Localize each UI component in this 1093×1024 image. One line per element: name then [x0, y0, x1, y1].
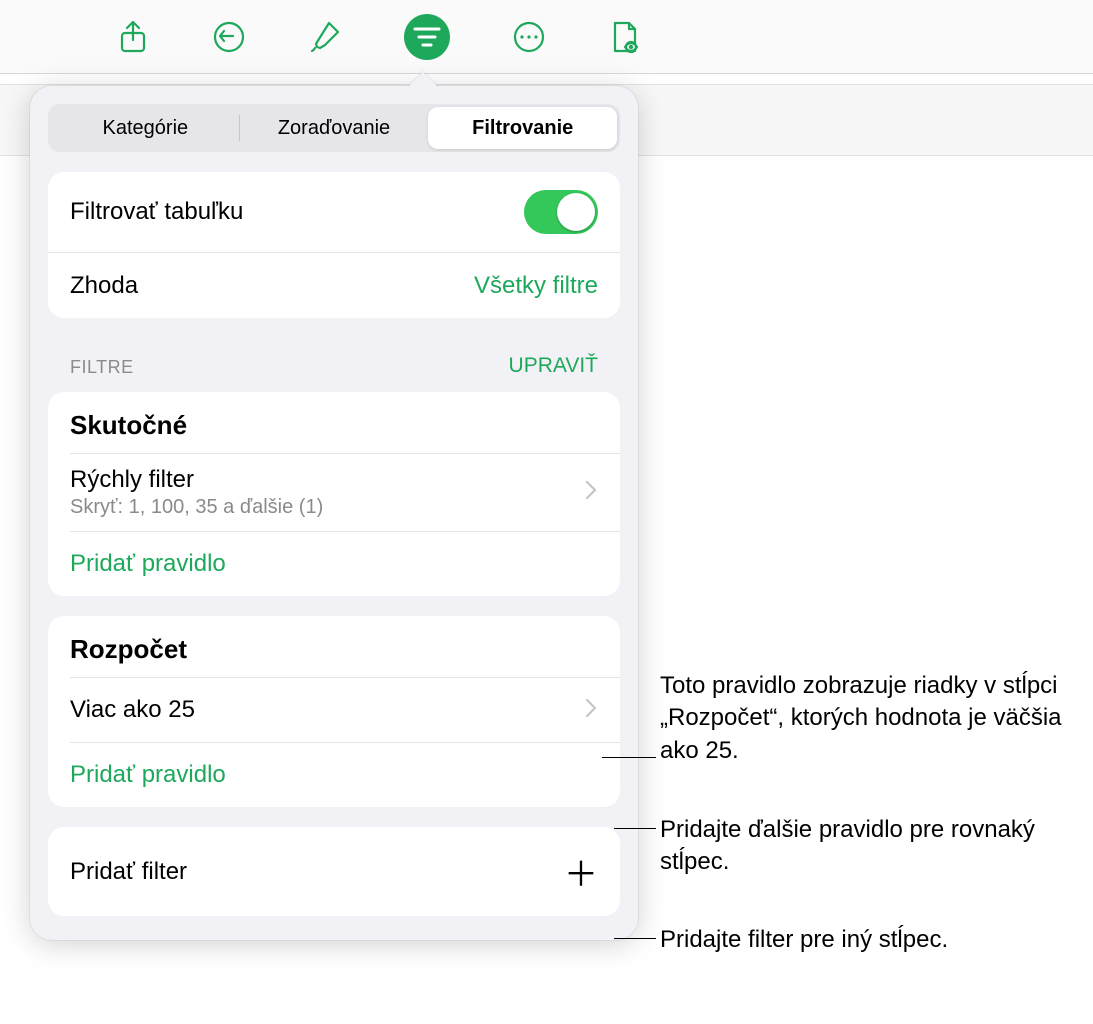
match-value: Všetky filtre: [474, 272, 598, 300]
tab-label: Kategórie: [103, 117, 189, 140]
plus-icon: ＋: [564, 847, 598, 896]
chevron-right-icon: [584, 479, 598, 506]
callout-line: [614, 938, 656, 939]
edit-filters-button[interactable]: UPRAVIŤ: [509, 354, 598, 378]
rule-primary: Viac ako 25: [70, 696, 195, 724]
more-icon[interactable]: [512, 20, 546, 54]
document-view-icon[interactable]: [608, 20, 642, 54]
format-brush-icon[interactable]: [308, 20, 342, 54]
filters-section-header: FILTRE UPRAVIŤ: [48, 318, 620, 386]
group-title: Rozpočet: [48, 616, 620, 677]
filter-group-budget: Rozpočet Viac ako 25 Pridať pravidlo: [48, 616, 620, 807]
filter-table-toggle[interactable]: [524, 190, 598, 234]
add-rule-label: Pridať pravidlo: [70, 550, 226, 577]
callout-add-filter-desc: Pridajte filter pre iný stĺpec.: [660, 924, 948, 956]
undo-icon[interactable]: [212, 20, 246, 54]
tab-label: Zoraďovanie: [278, 117, 390, 140]
share-icon[interactable]: [116, 20, 150, 54]
rule-primary: Rýchly filter: [70, 466, 323, 494]
match-row[interactable]: Zhoda Všetky filtre: [48, 252, 620, 318]
rule-more-than-25[interactable]: Viac ako 25: [48, 678, 620, 742]
match-label: Zhoda: [70, 272, 138, 300]
callout-line: [614, 828, 656, 829]
add-rule-button[interactable]: Pridať pravidlo: [48, 532, 620, 596]
group-title: Skutočné: [48, 392, 620, 453]
filter-settings-card: Filtrovať tabuľku Zhoda Všetky filtre: [48, 172, 620, 318]
chevron-right-icon: [584, 697, 598, 724]
rule-secondary: Skryť: 1, 100, 35 a ďalšie (1): [70, 496, 323, 519]
add-filter-label: Pridať filter: [70, 858, 187, 886]
tab-categories[interactable]: Kategórie: [51, 107, 240, 149]
add-filter-card[interactable]: Pridať filter ＋: [48, 827, 620, 916]
add-rule-label: Pridať pravidlo: [70, 761, 226, 788]
quick-filter-row[interactable]: Rýchly filter Skryť: 1, 100, 35 a ďalšie…: [48, 454, 620, 531]
segmented-control: Kategórie Zoraďovanie Filtrovanie: [48, 104, 620, 152]
add-rule-button[interactable]: Pridať pravidlo: [48, 743, 620, 807]
callout-add-rule-desc: Pridajte ďalšie pravidlo pre rovnaký stĺ…: [660, 814, 1080, 879]
filter-icon[interactable]: [404, 14, 450, 60]
filters-header-label: FILTRE: [70, 357, 134, 378]
tab-label: Filtrovanie: [472, 117, 573, 140]
filter-table-row: Filtrovať tabuľku: [48, 172, 620, 252]
filter-table-label: Filtrovať tabuľku: [70, 198, 243, 226]
callout-line: [602, 757, 656, 758]
filter-popover: Kategórie Zoraďovanie Filtrovanie Filtro…: [30, 86, 638, 940]
toolbar: [0, 0, 1093, 74]
tab-filtering[interactable]: Filtrovanie: [428, 107, 617, 149]
tab-sorting[interactable]: Zoraďovanie: [240, 107, 429, 149]
callout-rule-desc: Toto pravidlo zobrazuje riadky v stĺpci …: [660, 670, 1080, 767]
filter-group-actual: Skutočné Rýchly filter Skryť: 1, 100, 35…: [48, 392, 620, 596]
